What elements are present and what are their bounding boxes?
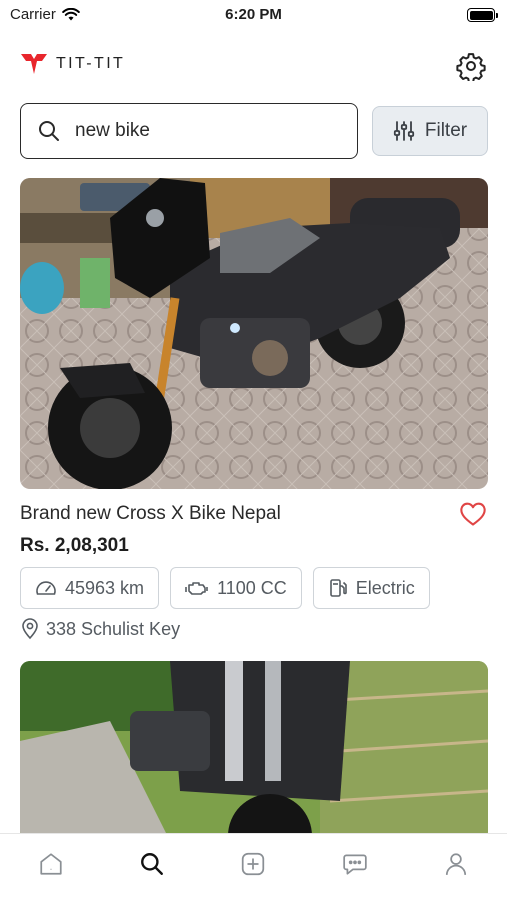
fuel-value: Electric	[355, 577, 415, 598]
app-logo: TIT-TIT	[20, 52, 125, 76]
filter-button[interactable]: Filter	[372, 106, 488, 156]
listing-price: Rs. 2,08,301	[20, 535, 129, 556]
home-icon	[40, 853, 62, 875]
heart-icon	[460, 502, 486, 526]
fuel-pump-icon	[329, 579, 347, 597]
mileage-tag: 45963 km	[20, 567, 160, 609]
motorcycle-photo	[20, 661, 488, 841]
logo-mark-icon	[21, 54, 47, 74]
engine-tag: 1100 CC	[170, 567, 302, 609]
motorcycle-photo	[20, 178, 488, 489]
sliders-icon	[393, 121, 414, 141]
chat-icon	[343, 854, 367, 875]
favorite-button[interactable]	[458, 500, 488, 528]
nav-search[interactable]	[130, 842, 174, 886]
battery-icon	[467, 8, 498, 22]
profile-icon	[446, 853, 467, 875]
engine-icon	[185, 582, 208, 595]
listing-title[interactable]: Brand new Cross X Bike Nepal	[20, 503, 281, 525]
app-header: TIT-TIT	[20, 48, 487, 84]
nav-chat[interactable]	[333, 842, 377, 886]
add-icon	[242, 852, 265, 876]
location-text: 338 Schulist Key	[46, 618, 181, 639]
gear-icon	[456, 53, 486, 81]
status-bar: Carrier 6:20 PM	[0, 0, 507, 30]
status-time: 6:20 PM	[225, 6, 282, 23]
nav-profile[interactable]	[434, 842, 478, 886]
engine-value: 1100 CC	[217, 577, 287, 598]
search-icon	[141, 853, 164, 875]
fuel-tag: Electric	[312, 567, 430, 609]
listing-image[interactable]	[20, 661, 488, 841]
settings-button[interactable]	[455, 50, 487, 82]
speedometer-icon	[36, 581, 56, 595]
listing-location: 338 Schulist Key	[20, 618, 180, 640]
nav-home[interactable]	[29, 842, 73, 886]
listing-image[interactable]	[20, 178, 488, 489]
logo-text: TIT-TIT	[56, 55, 126, 72]
listing-specs: 45963 km 1100 CC Electric	[20, 567, 430, 609]
search-input[interactable]: new bike	[20, 103, 358, 159]
filter-label: Filter	[424, 120, 468, 141]
nav-add[interactable]	[231, 842, 275, 886]
search-icon	[39, 121, 59, 141]
location-pin-icon	[22, 618, 38, 640]
bottom-nav	[0, 833, 507, 900]
mileage-value: 45963 km	[65, 577, 145, 598]
search-value: new bike	[75, 120, 150, 141]
